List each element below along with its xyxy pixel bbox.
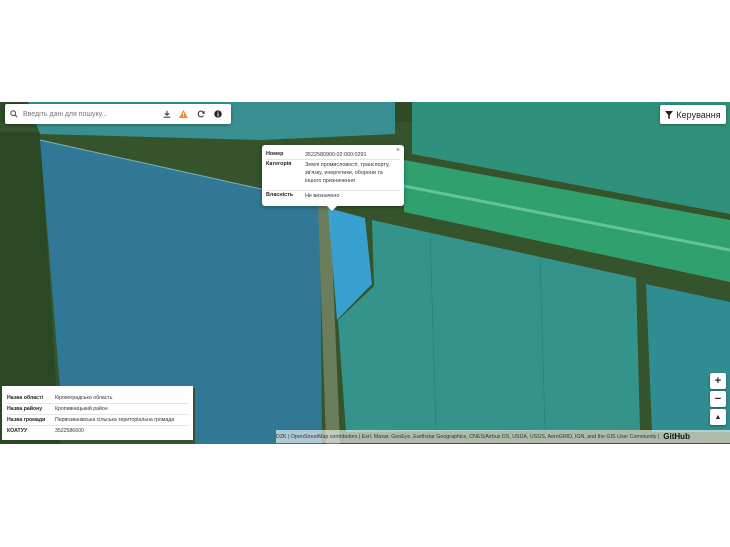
popup-value: Не визначено	[305, 193, 340, 199]
search-icon	[5, 110, 23, 118]
popup-row-number: Номер 3522580900:02:000:0291	[266, 151, 400, 159]
search-input[interactable]	[23, 106, 158, 122]
popup-key: Власність	[266, 192, 294, 198]
popup-value: Землі промисловості, транспорту, зв'язку…	[305, 162, 390, 184]
info-value: 3522586600	[55, 428, 84, 434]
admin-info-panel: Назва області Кіровоградська область Наз…	[2, 386, 193, 440]
filter-icon	[665, 110, 674, 119]
popup-tip	[327, 206, 337, 211]
info-row-district: Назва району Кропивницький район	[7, 406, 189, 412]
manage-button-label: Керування	[676, 109, 721, 120]
attribution-text: DZK | OpenStreetMap contributors | Esri,…	[276, 433, 660, 440]
divider	[7, 425, 189, 426]
download-button[interactable]	[158, 104, 175, 124]
manage-button[interactable]: Керування	[660, 105, 726, 124]
info-value: Первозванівська сільська територіальна г…	[55, 417, 175, 423]
info-key: Назва області	[7, 395, 44, 401]
info-value: Кіровоградська область	[55, 395, 113, 401]
info-key: Назва громади	[7, 417, 46, 423]
divider	[266, 190, 400, 191]
popup-key: Категорія	[266, 161, 292, 167]
parcel-popup: × Номер 3522580900:02:000:0291 Категорія…	[262, 145, 404, 206]
search-bar	[5, 104, 231, 124]
info-key: КОАТУУ	[7, 428, 28, 434]
info-key: Назва району	[7, 406, 43, 412]
warning-icon	[179, 110, 188, 118]
divider	[7, 403, 189, 404]
info-row-community: Назва громади Первозванівська сільська т…	[7, 417, 189, 423]
refresh-button[interactable]	[192, 104, 209, 124]
divider	[266, 159, 400, 160]
download-icon	[163, 110, 170, 118]
refresh-icon	[197, 110, 205, 118]
info-row-koatuu: КОАТУУ 3522586600	[7, 428, 189, 434]
attribution-bar: DZK | OpenStreetMap contributors | Esri,…	[276, 430, 730, 443]
info-icon	[213, 110, 222, 118]
zoom-out-button[interactable]: −	[710, 391, 726, 407]
info-row-region: Назва області Кіровоградська область	[7, 395, 189, 401]
reset-north-button[interactable]: ▲	[710, 409, 726, 425]
popup-row-ownership: Власність Не визначено	[266, 192, 400, 200]
github-link[interactable]: GitHub	[663, 432, 690, 441]
divider	[7, 414, 189, 415]
info-button[interactable]	[209, 104, 226, 124]
info-value: Кропивницький район	[55, 406, 108, 412]
warning-button[interactable]	[175, 104, 192, 124]
popup-key: Номер	[266, 151, 284, 157]
popup-row-category: Категорія Землі промисловості, транспорт…	[266, 161, 400, 185]
zoom-in-button[interactable]: +	[710, 373, 726, 389]
popup-value: 3522580900:02:000:0291	[305, 152, 367, 158]
